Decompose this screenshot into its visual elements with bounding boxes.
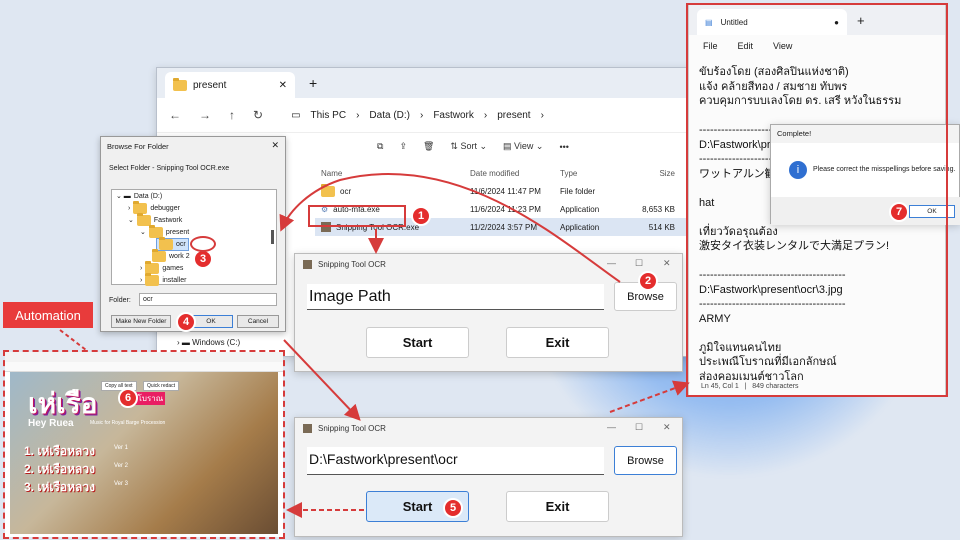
step-badge-5: 5 [443, 498, 463, 518]
step-badge-2: 2 [638, 271, 658, 291]
step-badge-1: 1 [411, 206, 431, 226]
step-badge-3: 3 [193, 249, 213, 269]
step-badge-7: 7 [889, 202, 909, 222]
annotation-arrows [59, 173, 690, 518]
step-badge-6: 6 [118, 388, 138, 408]
step-badge-4: 4 [176, 312, 196, 332]
highlight-ocr-folder [190, 236, 216, 252]
